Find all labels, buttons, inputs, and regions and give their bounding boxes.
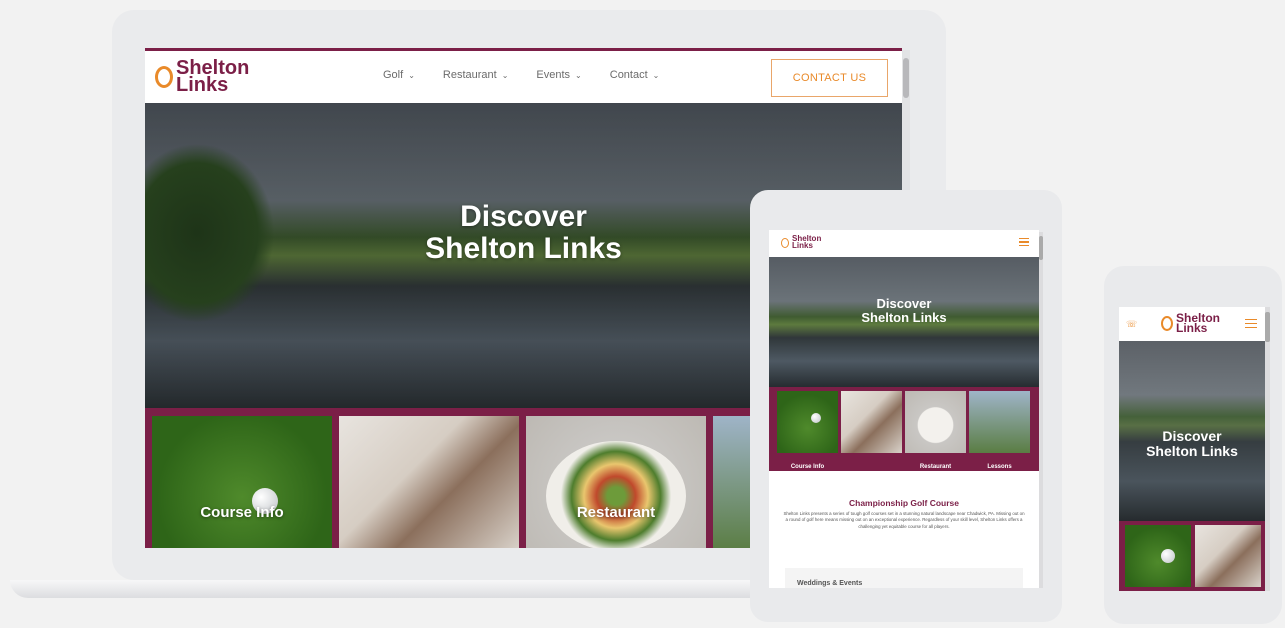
tablet-logo[interactable]: Shelton Links bbox=[781, 235, 821, 250]
phone-screen: ☏ Shelton Links Discover Shelton Links bbox=[1119, 307, 1265, 591]
tile-course-info[interactable]: Course Info bbox=[152, 416, 332, 548]
chevron-down-icon: ⌄ bbox=[501, 71, 509, 80]
tablet-scrollbar[interactable] bbox=[1039, 232, 1043, 588]
golf-ball-image bbox=[811, 413, 821, 423]
golf-ball-image bbox=[1161, 549, 1175, 563]
nav-item-contact[interactable]: Contact ⌄ bbox=[610, 69, 660, 81]
salad-plate-image bbox=[546, 441, 686, 548]
tablet-hero: Discover Shelton Links bbox=[769, 257, 1039, 387]
location-pin-icon bbox=[781, 237, 789, 248]
tablet-tile-course-info[interactable]: Course Info bbox=[777, 391, 838, 470]
location-pin-icon bbox=[155, 66, 173, 88]
phone-tile-course-info[interactable] bbox=[1125, 525, 1191, 587]
phone-hero-title: Discover Shelton Links bbox=[1146, 428, 1238, 460]
nav-item-golf[interactable]: Golf ⌄ bbox=[383, 69, 415, 81]
tablet-section-title: Championship Golf Course bbox=[848, 498, 960, 508]
tablet-events-card[interactable]: Weddings & Events bbox=[785, 568, 1023, 588]
tablet-screen: Shelton Links Discover Shelton Links Cou… bbox=[769, 230, 1039, 588]
tablet-tile-lessons[interactable]: Lessons bbox=[969, 391, 1030, 470]
phone-hero: Discover Shelton Links bbox=[1119, 341, 1265, 521]
tablet-section-body: Shelton Links presents a series of tough… bbox=[783, 511, 1025, 529]
tablet-events-card-title: Weddings & Events bbox=[797, 580, 863, 587]
tablet-tile-restaurant[interactable]: Restaurant bbox=[905, 391, 966, 470]
stage: Shelton Links Golf ⌄ Restaurant ⌄ Events ⌄ … bbox=[0, 0, 1285, 628]
desktop-nav-menu: Golf ⌄ Restaurant ⌄ Events ⌄ Contact ⌄ bbox=[383, 69, 659, 81]
desktop-nav: Shelton Links Golf ⌄ Restaurant ⌄ Events ⌄ … bbox=[145, 51, 902, 103]
hamburger-menu-icon[interactable] bbox=[1245, 319, 1257, 328]
tile-restaurant[interactable]: Restaurant bbox=[526, 416, 706, 548]
chevron-down-icon: ⌄ bbox=[408, 71, 415, 80]
tablet-tile-weddings[interactable] bbox=[841, 391, 902, 453]
phone-logo[interactable]: Shelton Links bbox=[1161, 312, 1220, 334]
location-pin-icon bbox=[1161, 315, 1173, 331]
phone-scrollbar[interactable] bbox=[1265, 307, 1270, 591]
tile-weddings[interactable] bbox=[339, 416, 519, 548]
desktop-logo[interactable]: Shelton Links bbox=[155, 58, 249, 96]
tablet-tiles: Course Info Restaurant Lessons bbox=[769, 387, 1039, 471]
chevron-down-icon: ⌄ bbox=[575, 71, 582, 80]
nav-item-restaurant[interactable]: Restaurant ⌄ bbox=[443, 69, 509, 81]
phone-tiles bbox=[1119, 521, 1265, 591]
tablet-hero-title: Discover Shelton Links bbox=[861, 296, 947, 326]
chevron-down-icon: ⌄ bbox=[652, 71, 660, 80]
nav-item-events[interactable]: Events ⌄ bbox=[536, 69, 581, 81]
contact-us-button[interactable]: CONTACT US bbox=[771, 59, 888, 97]
logo-line2: Links bbox=[176, 74, 229, 96]
phone-tile-weddings[interactable] bbox=[1195, 525, 1261, 587]
hamburger-menu-icon[interactable] bbox=[1019, 238, 1029, 246]
phone-icon[interactable]: ☏ bbox=[1126, 319, 1137, 330]
